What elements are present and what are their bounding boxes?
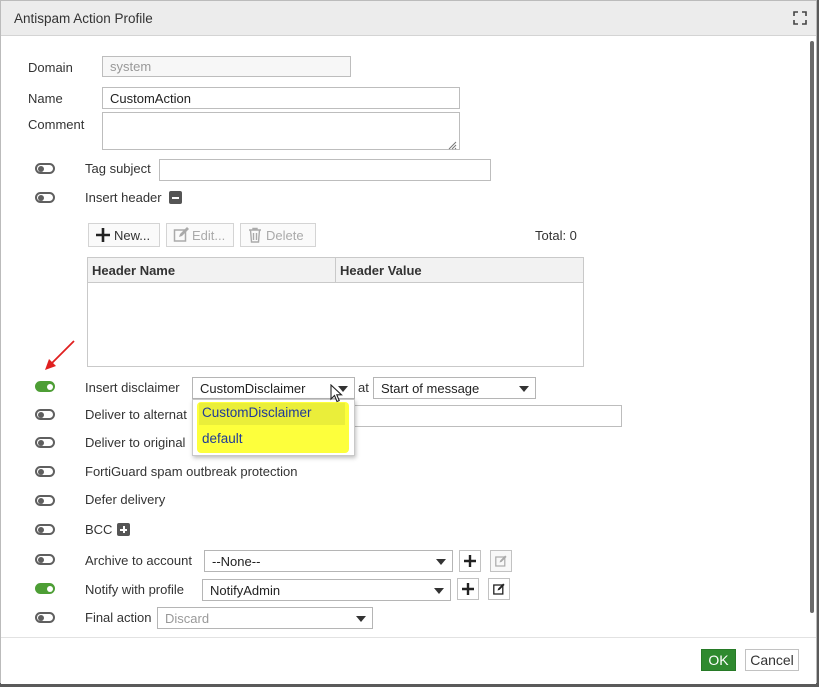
bcc-toggle[interactable] xyxy=(35,524,55,535)
antispam-action-profile-dialog: Antispam Action Profile Domain Name Comm… xyxy=(0,0,817,684)
disclaimer-at-label: at xyxy=(358,380,369,395)
toggle-knob xyxy=(38,194,44,201)
edit-archive-account-button[interactable] xyxy=(490,550,512,572)
toggle-knob xyxy=(38,439,44,446)
insert-header-toggle[interactable] xyxy=(35,192,55,203)
disclaimer-position-select[interactable]: Start of message xyxy=(373,377,536,399)
ok-button[interactable]: OK xyxy=(701,649,736,671)
notify-selected: NotifyAdmin xyxy=(210,583,281,598)
notify-label: Notify with profile xyxy=(85,582,184,597)
archive-account-select[interactable]: --None-- xyxy=(204,550,453,572)
add-notify-profile-button[interactable] xyxy=(457,578,479,600)
archive-toggle[interactable] xyxy=(35,554,55,565)
edit-icon xyxy=(493,583,505,595)
header-table-head: Header Name Header Value xyxy=(88,258,583,283)
edit-notify-profile-button[interactable] xyxy=(488,578,510,600)
plus-icon xyxy=(96,228,110,242)
new-header-label: New... xyxy=(114,227,151,243)
dropdown-option-customdisclaimer[interactable]: CustomDisclaimer xyxy=(199,403,345,425)
fortiguard-toggle[interactable] xyxy=(35,466,55,477)
notify-profile-select[interactable]: NotifyAdmin xyxy=(202,579,451,601)
archive-label: Archive to account xyxy=(85,553,192,568)
annotation-arrow-icon xyxy=(45,340,75,370)
plus-icon xyxy=(464,555,476,567)
toggle-knob xyxy=(38,614,44,621)
dialog-footer xyxy=(1,637,816,684)
notify-toggle[interactable] xyxy=(35,583,55,594)
trash-icon xyxy=(249,227,261,243)
name-field[interactable] xyxy=(102,87,460,109)
toggle-knob xyxy=(38,468,44,475)
deliver-alternate-field[interactable] xyxy=(346,405,622,427)
final-action-toggle[interactable] xyxy=(35,612,55,623)
domain-field xyxy=(102,56,351,77)
collapse-icon[interactable] xyxy=(169,191,182,204)
domain-label: Domain xyxy=(28,60,73,75)
vertical-scrollbar[interactable] xyxy=(810,41,814,613)
disclaimer-selected: CustomDisclaimer xyxy=(200,381,306,396)
tag-subject-toggle[interactable] xyxy=(35,163,55,174)
header-total-count: Total: 0 xyxy=(535,228,577,243)
archive-selected: --None-- xyxy=(212,554,261,569)
dropdown-option-default[interactable]: default xyxy=(202,431,243,446)
comment-label: Comment xyxy=(28,117,85,132)
insert-disclaimer-label: Insert disclaimer xyxy=(85,380,180,395)
toggle-knob xyxy=(38,526,44,533)
insert-disclaimer-toggle[interactable] xyxy=(35,381,55,392)
edit-icon xyxy=(173,227,189,242)
disclaimer-position-selected: Start of message xyxy=(381,381,480,396)
header-table: Header Name Header Value xyxy=(87,257,584,367)
column-header-name[interactable]: Header Name xyxy=(88,258,336,282)
fortiguard-label: FortiGuard spam outbreak protection xyxy=(85,464,298,479)
edit-header-button[interactable]: Edit... xyxy=(166,223,234,247)
toggle-knob xyxy=(47,585,53,592)
final-action-select[interactable]: Discard xyxy=(157,607,373,629)
column-header-value[interactable]: Header Value xyxy=(336,258,426,282)
delete-header-label: Delete xyxy=(266,227,304,243)
resize-grip-icon[interactable] xyxy=(447,138,457,150)
tag-subject-label: Tag subject xyxy=(85,161,151,176)
maximize-icon[interactable] xyxy=(793,11,807,25)
expand-icon[interactable] xyxy=(117,523,130,536)
toggle-knob xyxy=(38,497,44,504)
edit-icon xyxy=(495,555,507,567)
defer-delivery-toggle[interactable] xyxy=(35,495,55,506)
edit-header-label: Edit... xyxy=(192,227,226,243)
defer-delivery-label: Defer delivery xyxy=(85,492,166,507)
final-action-label: Final action xyxy=(85,610,152,625)
deliver-alternate-toggle[interactable] xyxy=(35,409,55,420)
new-header-button[interactable]: New... xyxy=(88,223,160,247)
toggle-knob xyxy=(47,383,53,390)
toggle-knob xyxy=(38,411,44,418)
comment-field[interactable] xyxy=(102,112,460,150)
toggle-knob xyxy=(38,165,44,172)
final-action-selected: Discard xyxy=(165,611,210,626)
dialog-titlebar: Antispam Action Profile xyxy=(1,1,816,36)
toggle-knob xyxy=(38,556,44,563)
chevron-down-icon xyxy=(434,588,444,594)
cancel-button[interactable]: Cancel xyxy=(745,649,799,671)
add-archive-account-button[interactable] xyxy=(459,550,481,572)
disclaimer-dropdown-list: CustomDisclaimer default xyxy=(192,399,355,456)
bcc-label: BCC xyxy=(85,522,113,537)
dialog-title: Antispam Action Profile xyxy=(14,11,153,26)
deliver-alternate-label: Deliver to alternat xyxy=(85,407,187,422)
chevron-down-icon xyxy=(436,559,446,565)
chevron-down-icon xyxy=(356,616,366,622)
deliver-original-label: Deliver to original xyxy=(85,435,186,450)
plus-icon xyxy=(462,583,474,595)
insert-header-label: Insert header xyxy=(85,190,162,205)
deliver-original-toggle[interactable] xyxy=(35,437,55,448)
delete-header-button[interactable]: Delete xyxy=(240,223,316,247)
tag-subject-field[interactable] xyxy=(159,159,491,181)
name-label: Name xyxy=(28,91,63,106)
mouse-cursor-icon xyxy=(330,384,343,403)
chevron-down-icon xyxy=(519,386,529,392)
